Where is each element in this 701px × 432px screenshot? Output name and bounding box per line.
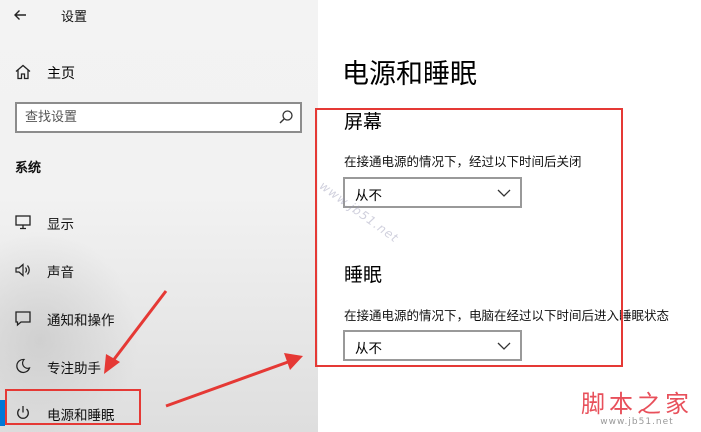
sidebar-item-label: 专注助手 <box>47 361 101 377</box>
speaker-icon <box>15 263 30 277</box>
moon-icon <box>16 358 31 374</box>
monitor-icon <box>15 215 31 230</box>
app-title: 设置 <box>61 10 88 25</box>
active-indicator <box>0 400 5 426</box>
sidebar: 设置 主页 系统 显示 声音 通知和操作 <box>0 0 318 432</box>
dropdown-value: 从不 <box>355 341 382 357</box>
chevron-down-icon <box>497 189 511 197</box>
sleep-timeout-dropdown[interactable]: 从不 <box>343 330 522 361</box>
search-input[interactable] <box>25 107 265 128</box>
search-icon[interactable] <box>278 109 294 125</box>
section-title-sleep: 睡眠 <box>344 264 383 286</box>
sidebar-item-sound[interactable]: 声音 <box>0 253 318 287</box>
chevron-down-icon <box>497 342 511 350</box>
dropdown-value: 从不 <box>355 188 382 204</box>
back-button[interactable] <box>12 4 34 26</box>
sleep-timeout-description: 在接通电源的情况下，电脑在经过以下时间后进入睡眠状态 <box>344 308 670 323</box>
page-title: 电源和睡眠 <box>342 59 477 90</box>
sidebar-item-power-sleep[interactable]: 电源和睡眠 <box>0 396 318 430</box>
sidebar-item-notifications[interactable]: 通知和操作 <box>0 301 318 335</box>
screen-timeout-dropdown[interactable]: 从不 <box>343 177 522 208</box>
home-icon <box>15 64 31 80</box>
power-icon <box>17 406 29 419</box>
sidebar-item-label: 声音 <box>47 265 74 281</box>
sidebar-item-label: 电源和睡眠 <box>47 408 115 424</box>
sidebar-item-focus-assist[interactable]: 专注助手 <box>0 349 318 383</box>
search-box[interactable] <box>15 102 302 133</box>
main-content: 电源和睡眠 屏幕 在接通电源的情况下，经过以下时间后关闭 从不 睡眠 在接通电源… <box>318 0 701 432</box>
screen-timeout-description: 在接通电源的情况下，经过以下时间后关闭 <box>344 154 582 169</box>
message-icon <box>15 311 31 327</box>
sidebar-item-display[interactable]: 显示 <box>0 205 318 239</box>
sidebar-item-label: 显示 <box>47 217 74 233</box>
nav-home[interactable]: 主页 <box>0 56 318 88</box>
title-bar: 设置 <box>0 0 318 30</box>
section-title-screen: 屏幕 <box>344 111 383 133</box>
section-label-system: 系统 <box>15 161 42 176</box>
arrow-left-icon <box>14 10 26 20</box>
nav-home-label: 主页 <box>47 66 75 82</box>
sidebar-item-label: 通知和操作 <box>47 313 115 329</box>
